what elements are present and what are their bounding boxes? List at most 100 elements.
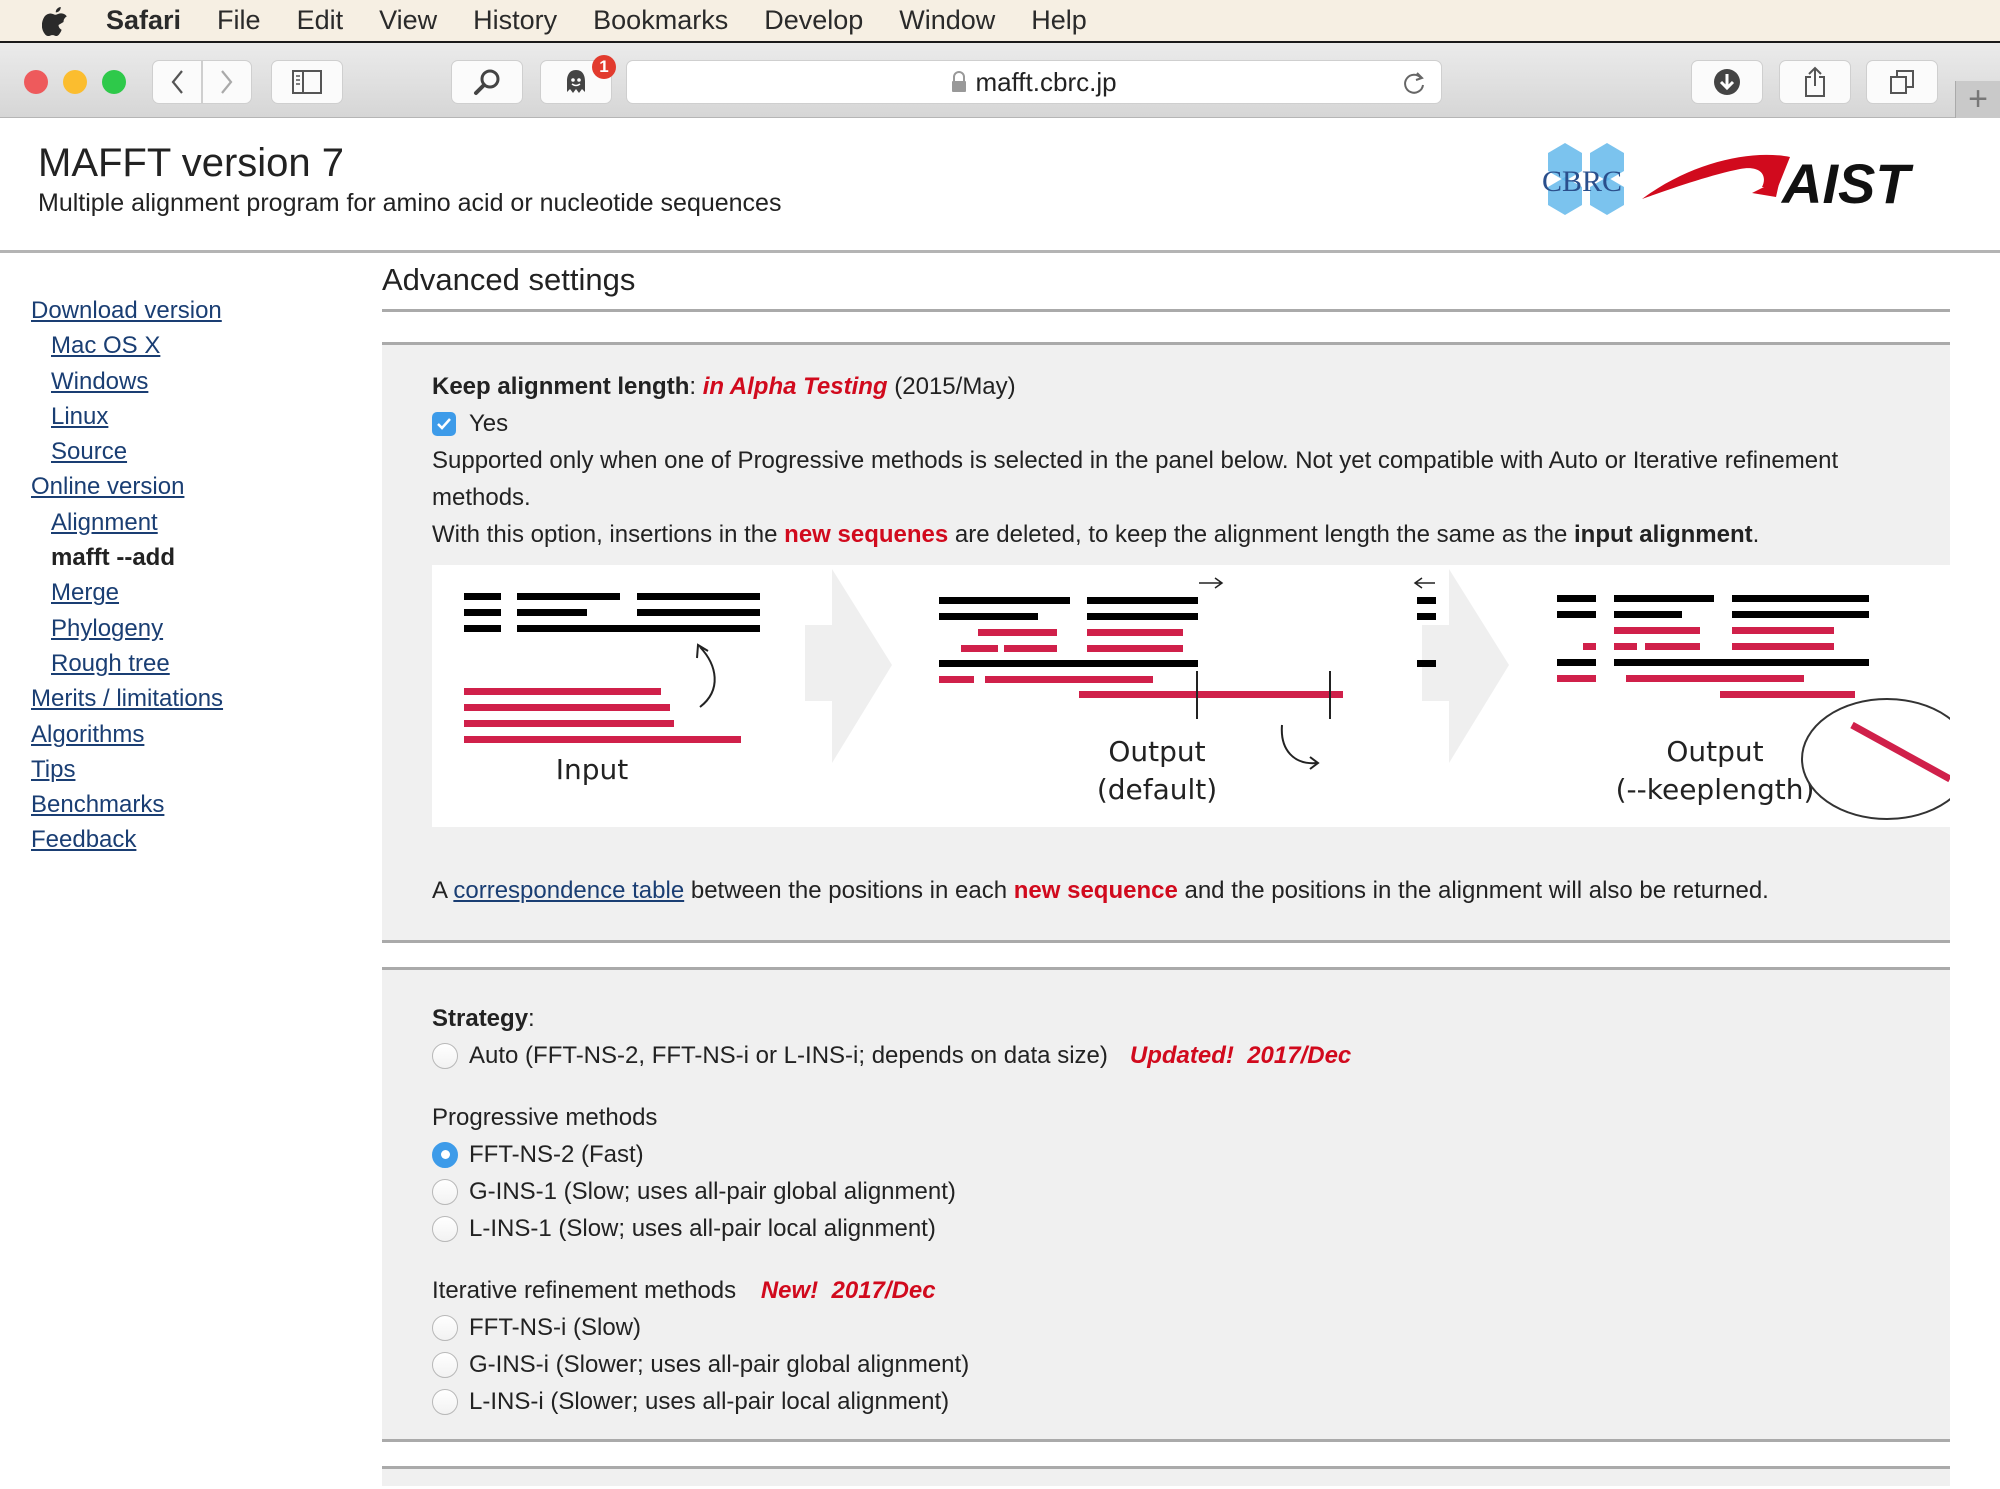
sidebar-item-windows[interactable]: Windows — [31, 364, 351, 399]
strategy-option-g-ins-1[interactable]: G-INS-1 (Slow; uses all-pair global alig… — [432, 1173, 1950, 1210]
section-title: Advanced settings — [382, 262, 1950, 312]
option-label: L-INS-i (Slower; uses all-pair local ali… — [469, 1388, 950, 1415]
sidebar-nav: Download version Mac OS X Windows Linux … — [31, 293, 351, 858]
label-output-default-1: Output — [1108, 735, 1205, 768]
iterative-label: Iterative refinement methods — [432, 1277, 737, 1304]
option-label: L-INS-1 (Slow; uses all-pair local align… — [469, 1215, 936, 1242]
option-label: G-INS-1 (Slow; uses all-pair global alig… — [469, 1178, 956, 1205]
site-header: MAFFT version 7 Multiple alignment progr… — [0, 119, 2000, 253]
sidebar-item-algorithms[interactable]: Algorithms — [31, 717, 351, 752]
cbrc-logo: CBRC — [1542, 143, 1624, 215]
keep-length-checkbox[interactable] — [432, 411, 456, 436]
strategy-option-l-ins-i[interactable]: L-INS-i (Slower; uses all-pair local ali… — [432, 1383, 1950, 1420]
menu-history[interactable]: History — [473, 5, 557, 36]
radio-fft-ns-2[interactable] — [432, 1141, 458, 1168]
menu-file[interactable]: File — [217, 5, 261, 36]
label-output-keeplength-2: (--keeplength) — [1616, 773, 1815, 806]
new-sequence-emphasis: new sequence — [1013, 877, 1178, 904]
sidebar-item-tips[interactable]: Tips — [31, 752, 351, 787]
sidebar-item-online-version[interactable]: Online version — [31, 469, 351, 504]
sidebar-item-merits-limitations[interactable]: Merits / limitations — [31, 681, 351, 716]
main-content: Advanced settings Keep alignment length:… — [382, 262, 1973, 1486]
label-output-default-2: (default) — [1097, 773, 1217, 806]
menu-help[interactable]: Help — [1031, 5, 1087, 36]
sidebar-item-phylogeny[interactable]: Phylogeny — [31, 611, 351, 646]
share-icon — [1805, 66, 1825, 97]
note-text: are deleted, to keep the alignment lengt… — [948, 521, 1574, 548]
sidebar-item-mafft-add-current: mafft --add — [51, 544, 175, 572]
sidebar-toggle-button[interactable] — [271, 60, 343, 104]
radio-fft-ns-i[interactable] — [432, 1314, 458, 1341]
cbrc-aist-logo[interactable]: CBRC AIST — [1540, 143, 1950, 223]
menu-develop[interactable]: Develop — [764, 5, 863, 36]
sidebar-item-benchmarks[interactable]: Benchmarks — [31, 787, 351, 822]
apple-menu-icon[interactable] — [42, 5, 72, 37]
sidebar-item-source[interactable]: Source — [31, 434, 351, 469]
menu-bookmarks[interactable]: Bookmarks — [593, 5, 728, 36]
sidebar-item-feedback[interactable]: Feedback — [31, 822, 351, 857]
input-alignment-bars — [464, 593, 760, 632]
label-input: Input — [556, 753, 629, 786]
deleted-insertion-callout — [1801, 698, 1973, 820]
sidebar-item-linux[interactable]: Linux — [31, 399, 351, 434]
note-text: and the positions in the alignment will … — [1177, 877, 1769, 904]
strategy-option-fft-ns-i[interactable]: FFT-NS-i (Slow) — [432, 1309, 1950, 1346]
strategy-option-l-ins-1[interactable]: L-INS-1 (Slow; uses all-pair local align… — [432, 1210, 1950, 1247]
url-text: mafft.cbrc.jp — [975, 66, 1117, 97]
reload-icon[interactable] — [1401, 69, 1427, 97]
menu-view[interactable]: View — [379, 5, 437, 36]
lock-icon — [952, 71, 967, 92]
sidebar-icon — [292, 70, 322, 94]
radio-g-ins-i[interactable] — [432, 1351, 458, 1378]
radio-l-ins-1[interactable] — [432, 1215, 458, 1242]
menu-safari[interactable]: Safari — [106, 5, 181, 36]
keeplength-diagram: Input Output (default) Output (--keeplen… — [432, 565, 1973, 827]
option-label: FFT-NS-2 (Fast) — [469, 1141, 644, 1168]
zoom-window-button[interactable] — [102, 70, 126, 94]
chevron-left-icon — [171, 70, 183, 94]
strategy-label: Strategy — [432, 1005, 529, 1032]
sidebar-item-alignment[interactable]: Alignment — [31, 505, 351, 540]
ghost-icon — [567, 70, 585, 93]
svg-text:AIST: AIST — [1780, 152, 1914, 215]
address-bar[interactable]: mafft.cbrc.jp — [626, 60, 1442, 104]
colon: : — [689, 373, 697, 400]
radio-auto[interactable] — [432, 1042, 458, 1069]
new-tag: New! 2017/Dec — [760, 1277, 936, 1304]
flow-arrow-1 — [805, 569, 892, 763]
checkmark-icon — [437, 417, 451, 430]
sidebar-item-rough-tree[interactable]: Rough tree — [31, 646, 351, 681]
downloads-button[interactable] — [1691, 60, 1763, 104]
minimize-window-button[interactable] — [63, 70, 87, 94]
radio-g-ins-1[interactable] — [432, 1178, 458, 1205]
input-new-sequence-bars — [464, 688, 741, 743]
note-text: A — [432, 877, 454, 904]
keep-length-panel: Keep alignment length: in Alpha Testing … — [382, 342, 1973, 943]
correspondence-table-link[interactable]: correspondence table — [453, 877, 684, 904]
new-sequences-emphasis: new sequenes — [784, 521, 949, 548]
menu-edit[interactable]: Edit — [297, 5, 344, 36]
sidebar-item-download-version[interactable]: Download version — [31, 293, 351, 328]
share-button[interactable] — [1779, 60, 1851, 104]
menu-window[interactable]: Window — [899, 5, 995, 36]
tabs-overview-button[interactable] — [1866, 60, 1938, 104]
back-button[interactable] — [152, 60, 202, 104]
note-text: between the positions in each — [684, 877, 1014, 904]
radio-l-ins-i[interactable] — [432, 1388, 458, 1415]
updated-tag: Updated! 2017/Dec — [1129, 1042, 1352, 1069]
progressive-methods-heading: Progressive methods — [432, 1104, 658, 1131]
search-extension-button[interactable] — [451, 60, 523, 104]
new-tab-button[interactable]: + — [1955, 80, 2000, 118]
forward-button[interactable] — [202, 60, 252, 104]
close-window-button[interactable] — [24, 70, 48, 94]
strategy-option-fft-ns-2[interactable]: FFT-NS-2 (Fast) — [432, 1136, 1950, 1173]
sidebar-item-mac-os-x[interactable]: Mac OS X — [31, 328, 351, 363]
keep-length-checkbox-row[interactable]: Yes — [432, 405, 1950, 442]
strategy-option-auto[interactable]: Auto (FFT-NS-2, FFT-NS-i or L-INS-i; dep… — [432, 1037, 1950, 1074]
alpha-date: (2015/May) — [894, 373, 1016, 400]
output-keeplength-bars — [1557, 595, 1869, 698]
next-panel — [382, 1466, 1950, 1486]
menu-bar: Safari File Edit View History Bookmarks … — [0, 0, 2000, 43]
sidebar-item-merge[interactable]: Merge — [31, 575, 351, 610]
strategy-option-g-ins-i[interactable]: G-INS-i (Slower; uses all-pair global al… — [432, 1346, 1950, 1383]
